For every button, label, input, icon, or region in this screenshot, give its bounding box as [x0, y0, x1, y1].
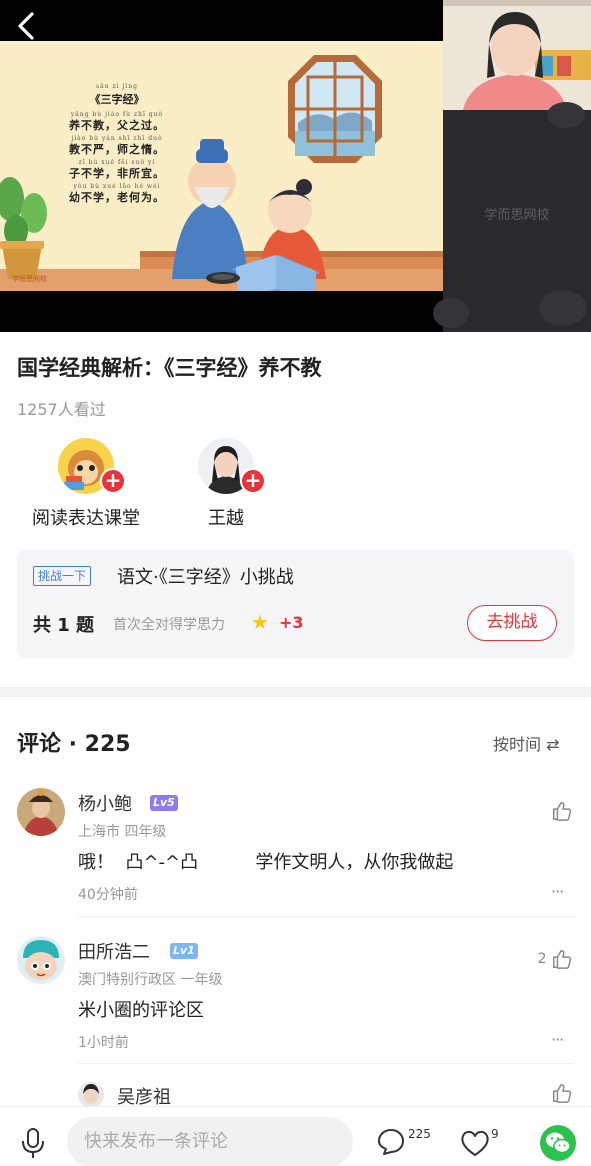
wechat-share-icon[interactable] [540, 1125, 576, 1161]
avatar[interactable]: + [198, 438, 266, 494]
reward-points: +3 [279, 613, 304, 632]
sort-label: 按时间 [493, 735, 542, 754]
teacher-name: 阅读表达课堂 [32, 508, 140, 529]
level-badge: Lv5 [150, 795, 178, 811]
teacher-card-reading[interactable]: + 阅读表达课堂 [11, 438, 161, 530]
poem-line: 幼不学，老何为。 [69, 191, 165, 204]
heart-icon[interactable] [459, 1129, 491, 1157]
question-count: 共 1 题 [33, 615, 95, 636]
comment-separator [78, 1063, 574, 1064]
like-button[interactable] [551, 1082, 573, 1104]
user-avatar[interactable] [17, 788, 65, 836]
lesson-title: 国学经典解析：《三字经》养不教 [17, 356, 322, 380]
camera-placeholder-panel: 学而思网校 [433, 102, 591, 332]
inkstone-illustration [206, 272, 240, 284]
comment-text: 哦！ 凸^-^凸 学作文明人，从你我做起 [78, 852, 454, 873]
start-challenge-button[interactable]: 去挑战 [467, 605, 557, 641]
poem-line: 子不学，非所宜。 [69, 167, 165, 180]
reward-hint: 首次全对得学思力 [113, 617, 225, 633]
level-badge: Lv1 [170, 943, 198, 959]
like-button[interactable] [551, 800, 573, 822]
lesson-slide: sān zì jīng 《三字经》 yǎng bù jiào fù zhī gu… [0, 41, 443, 291]
challenge-title: 语文·《三字经》小挑战 [117, 567, 294, 588]
challenge-card[interactable]: 挑战一下 语文·《三字经》小挑战 共 1 题 首次全对得学思力 ★ +3 去挑战 [17, 549, 574, 659]
follow-plus-button[interactable]: + [240, 468, 266, 494]
teacher-name: 王越 [208, 508, 244, 529]
poem-line-pinyin: jiào bù yán shī zhī duò [71, 135, 163, 142]
comments-header: 评论 · 225 [17, 732, 131, 757]
thumbs-up-icon [553, 802, 572, 821]
poem-line-pinyin: yòu bù xué lǎo hé wéi [73, 183, 161, 190]
camera-watermark: 学而思网校 [484, 208, 550, 223]
comment-time: 1小时前 [78, 1035, 129, 1051]
teacher-card-wangyue[interactable]: + 王越 [151, 438, 301, 530]
comment-text: 米小圈的评论区 [78, 1000, 204, 1021]
sort-by-time-button[interactable]: 按时间 ⇄ [493, 731, 560, 755]
slide-watermark: 学而思网校 [12, 275, 47, 283]
comment-username[interactable]: 杨小鲍 [78, 790, 132, 816]
user-avatar[interactable] [78, 1082, 104, 1108]
poem-line: 教不严，师之惰。 [69, 143, 165, 156]
thumbs-up-icon [553, 950, 572, 969]
comment-bubble-icon[interactable] [376, 1127, 406, 1157]
comment-user-meta: 上海市 四年级 [78, 824, 167, 840]
teacher-student-illustration [172, 139, 326, 291]
potted-plant-illustration [0, 177, 47, 279]
more-options-icon[interactable]: ··· [551, 1030, 564, 1049]
view-count: 1257人看过 [17, 400, 106, 419]
comment-time: 40分钟前 [78, 887, 138, 903]
more-options-icon[interactable]: ··· [551, 882, 564, 901]
poem-title-pinyin: sān zì jīng [96, 83, 138, 90]
teacher-camera-image [443, 0, 591, 110]
like-button[interactable]: 2 [538, 948, 573, 970]
poem-line-pinyin: yǎng bù jiào fù zhī guò [70, 111, 164, 118]
poem-line: 养不教，父之过。 [69, 119, 165, 132]
microphone-icon[interactable] [20, 1127, 46, 1159]
avatar[interactable]: + [58, 438, 126, 494]
challenge-tag: 挑战一下 [33, 566, 92, 586]
comment-separator [78, 916, 574, 917]
comment-input[interactable]: 快来发布一条评论 [67, 1117, 353, 1166]
star-icon: ★ [251, 610, 269, 634]
comment-count: 225 [408, 1127, 431, 1141]
back-arrow-icon[interactable] [12, 10, 40, 42]
follow-plus-button[interactable]: + [100, 468, 126, 494]
poem-title: 《三字经》 [89, 93, 145, 106]
video-player[interactable]: sān zì jīng 《三字经》 yǎng bù jiào fù zhī gu… [0, 0, 591, 332]
like-count: 9 [491, 1127, 499, 1141]
like-count: 2 [537, 951, 547, 967]
poem-text-block: sān zì jīng 《三字经》 yǎng bù jiào fù zhī gu… [52, 83, 182, 207]
poem-line-pinyin: zǐ bù xué fēi suǒ yí [78, 159, 156, 166]
thumbs-up-icon [553, 1084, 572, 1103]
teacher-camera-feed [443, 0, 591, 110]
section-divider [0, 687, 591, 697]
swap-arrows-icon: ⇄ [546, 735, 560, 754]
comment-user-meta: 澳门特别行政区 一年级 [78, 972, 223, 988]
bottom-action-bar: 快来发布一条评论 225 9 [0, 1106, 591, 1166]
user-avatar[interactable] [17, 936, 65, 984]
comment-username[interactable]: 田所浩二 [78, 938, 150, 964]
